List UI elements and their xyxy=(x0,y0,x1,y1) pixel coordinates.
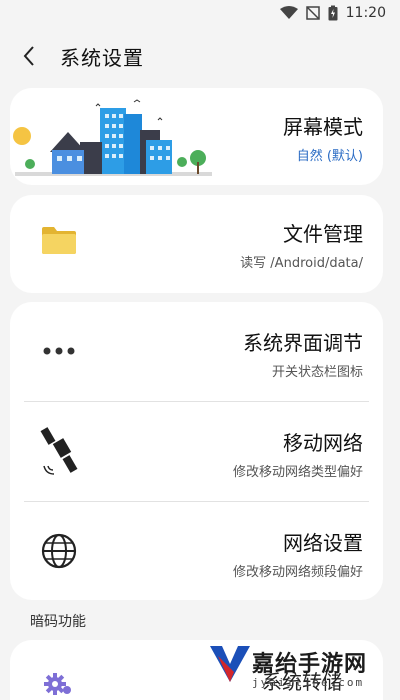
gear-icon xyxy=(44,673,71,695)
file-management-card[interactable]: 文件管理 读写 /Android/data/ xyxy=(10,195,383,293)
wifi-icon xyxy=(279,6,298,20)
watermark: 嘉绐手游网 jyaiiline.com xyxy=(204,636,394,698)
watermark-title: 嘉绐手游网 xyxy=(252,651,368,677)
watermark-logo xyxy=(210,646,250,682)
display-mode-card[interactable]: 屏幕模式 自然 (默认) xyxy=(10,88,383,185)
network-settings-row[interactable]: 网络设置 修改移动网络频段偏好 xyxy=(10,502,383,600)
status-time: 11:20 xyxy=(345,5,386,21)
display-mode-row[interactable]: 屏幕模式 自然 (默认) xyxy=(10,88,383,185)
satellite-icon xyxy=(40,427,78,475)
system-ui-row[interactable]: 系统界面调节 开关状态栏图标 xyxy=(10,302,383,401)
header: 系统设置 xyxy=(0,36,400,76)
folder-icon xyxy=(42,227,76,254)
chevron-left-icon xyxy=(23,46,34,66)
status-bar: 11:20 xyxy=(0,0,400,26)
globe-icon xyxy=(41,533,77,569)
mobile-network-title: 移动网络 xyxy=(283,431,363,455)
system-ui-subtitle: 开关状态栏图标 xyxy=(271,365,363,380)
file-management-title: 文件管理 xyxy=(283,222,363,246)
section-label-secret-codes: 暗码功能 xyxy=(30,614,86,630)
display-mode-title: 屏幕模式 xyxy=(283,115,363,139)
display-mode-subtitle: 自然 (默认) xyxy=(296,149,363,164)
file-management-subtitle: 读写 /Android/data/ xyxy=(240,256,363,271)
back-button[interactable] xyxy=(6,36,52,76)
mobile-network-row[interactable]: 移动网络 修改移动网络类型偏好 xyxy=(10,402,383,501)
system-ui-title: 系统界面调节 xyxy=(243,331,363,355)
no-signal-icon xyxy=(305,6,320,20)
more-dots-icon xyxy=(43,347,75,355)
system-settings-card: 系统界面调节 开关状态栏图标 移动网络 修改移动网络类型偏好 网络设置 修改移动… xyxy=(10,302,383,600)
mobile-network-subtitle: 修改移动网络类型偏好 xyxy=(232,465,363,480)
file-management-row[interactable]: 文件管理 读写 /Android/data/ xyxy=(10,195,383,293)
battery-charging-icon xyxy=(328,5,338,21)
network-settings-title: 网络设置 xyxy=(283,531,363,555)
network-settings-subtitle: 修改移动网络频段偏好 xyxy=(232,565,363,580)
city-illustration xyxy=(13,99,212,176)
watermark-domain: jyaiiline.com xyxy=(252,676,365,689)
page-title: 系统设置 xyxy=(60,45,144,70)
